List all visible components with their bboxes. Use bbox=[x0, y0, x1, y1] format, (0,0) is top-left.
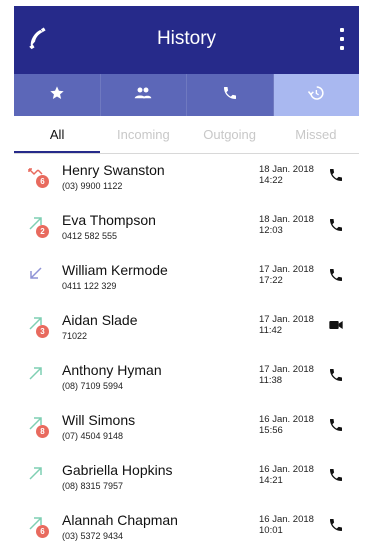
call-back-icon[interactable] bbox=[328, 217, 346, 235]
call-date: 18 Jan. 2018 bbox=[259, 214, 314, 225]
call-time: 14:22 bbox=[259, 175, 283, 186]
call-count-badge: 8 bbox=[36, 425, 49, 438]
tab-favorites[interactable] bbox=[14, 74, 101, 116]
call-list-item[interactable]: 2 Eva Thompson 0412 582 555 18 Jan. 2018 12:… bbox=[14, 204, 359, 254]
call-datetime: 17 Jan. 2018 17:22 bbox=[259, 264, 314, 286]
call-date: 16 Jan. 2018 bbox=[259, 414, 314, 425]
page-title: History bbox=[156, 28, 217, 49]
call-back-icon[interactable] bbox=[328, 267, 346, 285]
contact-name: William Kermode bbox=[62, 262, 168, 278]
contact-number: (03) 5372 9434 bbox=[62, 531, 124, 541]
call-outgoing-icon bbox=[26, 363, 46, 383]
video-call-icon[interactable] bbox=[328, 317, 346, 335]
call-date: 17 Jan. 2018 bbox=[259, 314, 314, 325]
call-back-icon[interactable] bbox=[328, 417, 346, 435]
contact-number: 0411 122 329 bbox=[62, 281, 117, 291]
call-datetime: 17 Jan. 2018 11:42 bbox=[259, 314, 314, 336]
call-datetime: 18 Jan. 2018 12:03 bbox=[259, 214, 314, 236]
contact-number: (08) 7109 5994 bbox=[62, 381, 124, 391]
contact-name: Aidan Slade bbox=[62, 312, 138, 328]
contacts-icon bbox=[134, 86, 152, 105]
icon-tab-bar bbox=[14, 74, 359, 116]
call-incoming-icon bbox=[26, 263, 46, 283]
call-time: 12:03 bbox=[259, 225, 283, 236]
tab-contacts[interactable] bbox=[101, 74, 187, 116]
contact-number: 0412 582 555 bbox=[62, 231, 118, 241]
call-list-item[interactable]: 6 Alannah Chapman (03) 5372 9434 16 Jan. 20… bbox=[14, 504, 359, 541]
call-back-icon[interactable] bbox=[328, 517, 346, 535]
tab-dialer[interactable] bbox=[187, 74, 274, 116]
more-vert-icon[interactable] bbox=[337, 28, 347, 50]
phone-icon bbox=[222, 85, 238, 106]
call-date: 17 Jan. 2018 bbox=[259, 264, 314, 275]
call-datetime: 18 Jan. 2018 14:22 bbox=[259, 164, 314, 186]
contact-name: Eva Thompson bbox=[62, 212, 156, 228]
call-list-item[interactable]: 6 Henry Swanston (03) 9900 1122 18 Jan. 201… bbox=[14, 154, 359, 204]
call-list-item[interactable]: 3 Aidan Slade 71022 17 Jan. 2018 11:42 bbox=[14, 304, 359, 354]
filter-missed[interactable]: Missed bbox=[273, 116, 359, 153]
call-count-badge: 2 bbox=[36, 225, 49, 238]
app-bar: History bbox=[14, 6, 359, 74]
contact-name: Alannah Chapman bbox=[62, 512, 178, 528]
call-list-item[interactable]: Gabriella Hopkins (08) 8315 7957 16 Jan. 2… bbox=[14, 454, 359, 504]
call-count-badge: 6 bbox=[36, 525, 49, 538]
call-date: 18 Jan. 2018 bbox=[259, 164, 314, 175]
call-count-badge: 6 bbox=[36, 175, 49, 188]
call-list-item[interactable]: Anthony Hyman (08) 7109 5994 17 Jan. 2018 1… bbox=[14, 354, 359, 404]
contact-number: (08) 8315 7957 bbox=[62, 481, 124, 491]
history-screen: History All Incoming Outgoing Missed 6 H… bbox=[14, 6, 359, 541]
contact-number: (03) 9900 1122 bbox=[62, 181, 123, 191]
call-time: 10:01 bbox=[259, 525, 283, 536]
contact-number: 71022 bbox=[62, 331, 88, 341]
contact-name: Anthony Hyman bbox=[62, 362, 162, 378]
call-datetime: 16 Jan. 2018 14:21 bbox=[259, 464, 314, 486]
call-back-icon[interactable] bbox=[328, 467, 346, 485]
call-count-badge: 3 bbox=[36, 325, 49, 338]
call-outgoing-icon bbox=[26, 463, 46, 483]
call-back-icon[interactable] bbox=[328, 367, 346, 385]
call-back-icon[interactable] bbox=[328, 167, 346, 185]
tab-history[interactable] bbox=[273, 74, 359, 116]
contact-name: Will Simons bbox=[62, 412, 136, 428]
filter-all[interactable]: All bbox=[14, 116, 101, 153]
call-time: 11:38 bbox=[259, 375, 283, 386]
call-time: 15:56 bbox=[259, 425, 283, 436]
filter-incoming[interactable]: Incoming bbox=[100, 116, 186, 153]
contact-number: (07) 4504 9148 bbox=[62, 431, 124, 441]
call-date: 16 Jan. 2018 bbox=[259, 464, 314, 475]
star-icon bbox=[49, 85, 65, 106]
call-list-item[interactable]: William Kermode 0411 122 329 17 Jan. 2018 1… bbox=[14, 254, 359, 304]
call-date: 16 Jan. 2018 bbox=[259, 514, 314, 525]
call-history-list: 6 Henry Swanston (03) 9900 1122 18 Jan. 201… bbox=[14, 154, 359, 541]
call-time: 11:42 bbox=[259, 325, 283, 336]
call-list-item[interactable]: 8 Will Simons (07) 4504 9148 16 Jan. 2018 15… bbox=[14, 404, 359, 454]
call-time: 17:22 bbox=[259, 275, 283, 286]
call-datetime: 16 Jan. 2018 15:56 bbox=[259, 414, 314, 436]
call-date: 17 Jan. 2018 bbox=[259, 364, 314, 375]
call-datetime: 16 Jan. 2018 10:01 bbox=[259, 514, 314, 536]
contact-name: Henry Swanston bbox=[62, 162, 165, 178]
history-icon bbox=[307, 84, 325, 107]
contact-name: Gabriella Hopkins bbox=[62, 462, 173, 478]
call-datetime: 17 Jan. 2018 11:38 bbox=[259, 364, 314, 386]
filter-outgoing[interactable]: Outgoing bbox=[187, 116, 273, 153]
call-filter-tabs: All Incoming Outgoing Missed bbox=[14, 116, 359, 154]
call-time: 14:21 bbox=[259, 475, 283, 486]
